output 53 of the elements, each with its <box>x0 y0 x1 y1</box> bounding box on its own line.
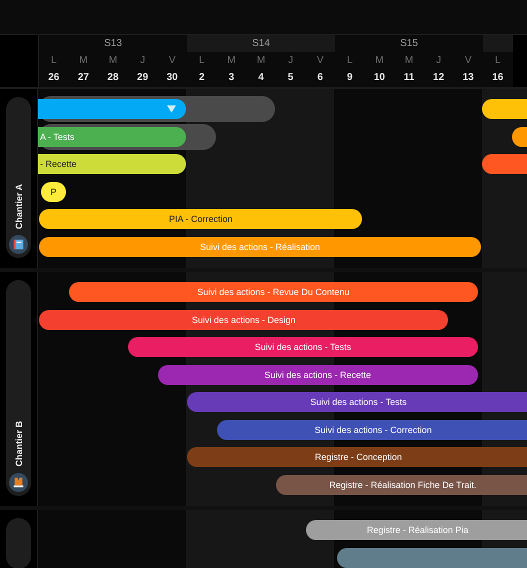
day-number: 2 <box>199 71 205 85</box>
weekday-letter: L <box>347 54 353 68</box>
day-number: 5 <box>288 71 294 85</box>
task-bar[interactable]: Suivi des actions - Tests <box>187 392 527 412</box>
weekday-letter: J <box>140 54 146 68</box>
day-number: 3 <box>228 71 234 85</box>
task-bar[interactable]: Suivi des actions - Recette <box>158 364 478 384</box>
weekday-letter: J <box>288 54 294 68</box>
week-label: S13 <box>103 37 123 51</box>
weekday-letter: V <box>464 54 472 68</box>
day-number: 29 <box>137 71 148 85</box>
weekday-letter: V <box>168 54 176 68</box>
weekday-letter: M <box>375 54 384 68</box>
week-label: S14 <box>251 37 271 51</box>
task-bar[interactable] <box>482 154 527 174</box>
day-number: 16 <box>492 71 504 85</box>
weekday-letter: M <box>404 54 414 68</box>
task-bar[interactable]: - Recette <box>38 154 186 174</box>
day-number: 12 <box>433 71 444 85</box>
project-icon <box>9 473 28 492</box>
task-bar[interactable]: Suivi des actions - Tests <box>128 337 478 357</box>
weekday-letter: M <box>108 54 118 68</box>
day-number: 30 <box>166 71 178 85</box>
day-number: 13 <box>462 71 474 85</box>
weekday-letter: L <box>51 54 57 68</box>
day-number: 9 <box>347 71 353 85</box>
task-bar[interactable] <box>336 548 527 568</box>
group-name: Chantier A <box>14 184 24 229</box>
weekday-letter: L <box>495 54 501 68</box>
day-number: 11 <box>404 71 414 85</box>
weekday-letter: V <box>316 54 324 68</box>
weekday-letter: L <box>199 54 205 68</box>
project-icon <box>9 235 28 254</box>
day-number: 27 <box>78 71 89 85</box>
task-bar[interactable] <box>482 99 527 119</box>
task-bar[interactable]: Registre - Réalisation Fiche De Trait. <box>276 474 527 494</box>
task-bar[interactable]: PIA - Correction <box>39 209 362 229</box>
day-number: 4 <box>258 71 264 85</box>
weekday-letter: M <box>227 54 236 68</box>
task-bar[interactable]: Suivi des actions - Correction <box>217 420 527 440</box>
week-label: S15 <box>399 37 419 51</box>
weekday-letter: M <box>79 54 88 68</box>
day-number: 6 <box>317 71 323 85</box>
group-tab[interactable]: Chantier B <box>6 280 31 496</box>
task-bar[interactable]: Registre - Conception <box>187 447 527 467</box>
weekday-letter: M <box>256 54 266 68</box>
weekday-letter: J <box>436 54 442 68</box>
group-name: Chantier B <box>14 421 24 467</box>
task-bar[interactable]: Suivi des actions - Design <box>39 310 448 330</box>
day-number: 26 <box>48 71 60 85</box>
group-tab[interactable]: Chantier A <box>6 97 31 258</box>
day-number: 10 <box>374 71 385 85</box>
day-number: 28 <box>107 71 119 85</box>
